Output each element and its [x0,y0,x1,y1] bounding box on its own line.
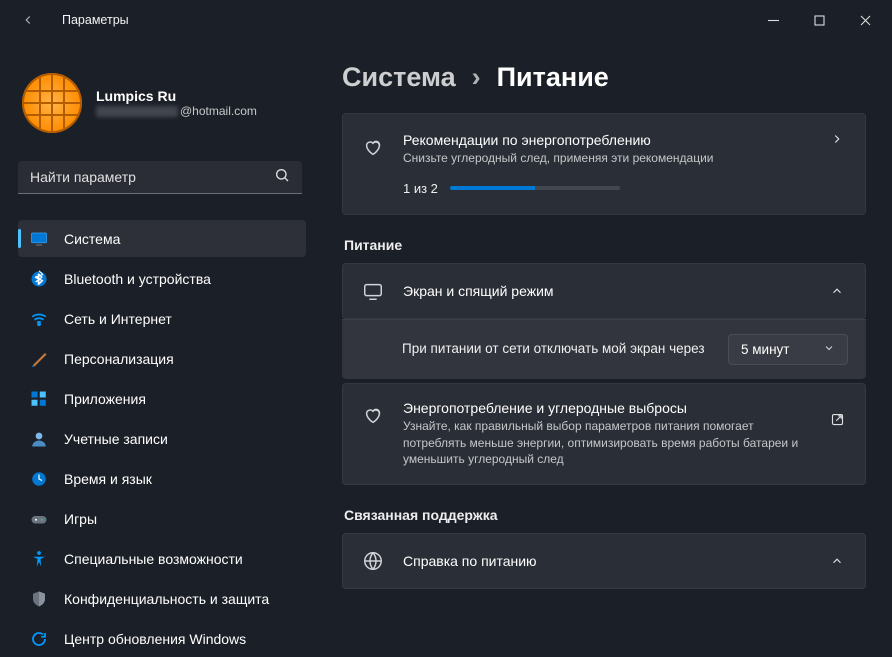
card-title: Рекомендации по энергопотреблению [403,132,809,148]
sidebar-item-label: Центр обновления Windows [64,631,246,647]
screen-off-setting: При питании от сети отключать мой экран … [342,319,866,379]
titlebar: Параметры [0,0,892,40]
select-value: 5 минут [741,342,789,357]
sidebar-item-label: Система [64,231,120,247]
sidebar-item-privacy[interactable]: Конфиденциальность и защита [18,580,306,617]
sidebar-item-accounts[interactable]: Учетные записи [18,420,306,457]
leaf-heart-icon [362,136,384,158]
sidebar-item-label: Персонализация [64,351,174,367]
screen-sleep-card[interactable]: Экран и спящий режим [342,263,866,319]
monitor-icon [362,280,384,302]
setting-label: При питании от сети отключать мой экран … [402,340,710,359]
help-power-card[interactable]: Справка по питанию [342,533,866,589]
sidebar-nav: Система Bluetooth и устройства Сеть и Ин… [18,220,306,657]
close-button[interactable] [842,2,888,38]
card-subtitle: Узнайте, как правильный выбор параметров… [403,418,809,468]
sidebar: Lumpics Ru @hotmail.com Найти параметр [0,40,320,657]
email-redacted [96,106,178,117]
sidebar-item-label: Специальные возможности [64,551,243,567]
paintbrush-icon [30,350,48,368]
bluetooth-icon [30,270,48,288]
person-icon [30,430,48,448]
breadcrumb: Система › Питание [342,62,866,93]
sidebar-item-bluetooth[interactable]: Bluetooth и устройства [18,260,306,297]
apps-icon [30,390,48,408]
minimize-button[interactable] [750,2,796,38]
profile-email: @hotmail.com [96,104,257,118]
chevron-down-icon [823,342,835,357]
energy-recommendations-card[interactable]: Рекомендации по энергопотреблению Снизьт… [342,113,866,215]
profile-block[interactable]: Lumpics Ru @hotmail.com [18,47,306,155]
wifi-icon [30,310,48,328]
sidebar-item-system[interactable]: Система [18,220,306,257]
maximize-button[interactable] [796,2,842,38]
sidebar-item-label: Учетные записи [64,431,168,447]
chevron-up-icon [827,284,847,298]
open-external-icon [827,412,847,427]
sidebar-item-label: Приложения [64,391,146,407]
chevron-right-icon [827,132,847,146]
card-title: Экран и спящий режим [403,283,809,299]
globe-icon [362,550,384,572]
sidebar-item-accessibility[interactable]: Специальные возможности [18,540,306,577]
progress-bar [450,186,620,190]
search-icon [274,167,290,188]
section-related-title: Связанная поддержка [344,507,864,523]
card-title: Энергопотребление и углеродные выбросы [403,400,809,416]
avatar [22,73,82,133]
leaf-heart-icon [362,404,384,426]
update-icon [30,630,48,648]
settings-window: Параметры Lumpics Ru @hotmail.com [0,0,892,657]
chevron-right-icon: › [472,62,481,93]
profile-name: Lumpics Ru [96,88,257,104]
sidebar-item-label: Время и язык [64,471,152,487]
sidebar-item-label: Bluetooth и устройства [64,271,211,287]
window-title: Параметры [62,13,129,27]
gamepad-icon [30,510,48,528]
sidebar-item-label: Игры [64,511,97,527]
energy-carbon-card[interactable]: Энергопотребление и углеродные выбросы У… [342,383,866,485]
shield-icon [30,590,48,608]
sidebar-item-time[interactable]: Время и язык [18,460,306,497]
sidebar-item-label: Сеть и Интернет [64,311,172,327]
accessibility-icon [30,550,48,568]
page-title: Питание [497,62,609,93]
card-subtitle: Снизьте углеродный след, применяя эти ре… [403,150,809,167]
card-title: Справка по питанию [403,553,809,569]
breadcrumb-parent[interactable]: Система [342,62,456,93]
chevron-up-icon [827,554,847,568]
search-input[interactable]: Найти параметр [18,161,302,194]
sidebar-item-apps[interactable]: Приложения [18,380,306,417]
back-button[interactable] [18,10,38,30]
window-controls [750,2,888,38]
sidebar-item-update[interactable]: Центр обновления Windows [18,620,306,657]
sidebar-item-gaming[interactable]: Игры [18,500,306,537]
progress-label: 1 из 2 [403,181,438,196]
sidebar-item-network[interactable]: Сеть и Интернет [18,300,306,337]
section-power-title: Питание [344,237,864,253]
search-placeholder: Найти параметр [30,169,274,185]
sidebar-item-personalization[interactable]: Персонализация [18,340,306,377]
monitor-icon [30,230,48,248]
sidebar-item-label: Конфиденциальность и защита [64,591,269,607]
main-content: Система › Питание Рекомендации по энерго… [320,40,892,657]
screen-off-select[interactable]: 5 минут [728,334,848,365]
progress-fill [450,186,535,190]
clock-globe-icon [30,470,48,488]
